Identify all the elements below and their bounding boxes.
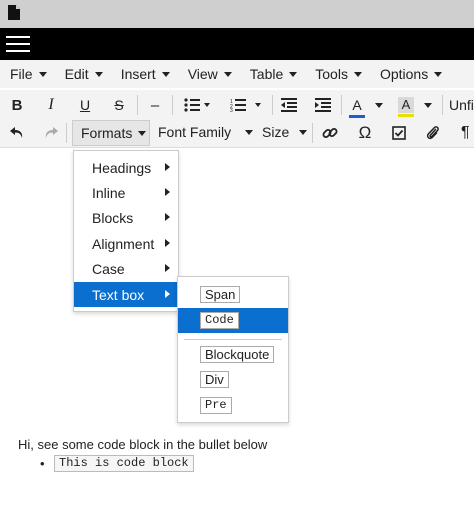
- show-blocks-button[interactable]: ¶: [461, 122, 474, 144]
- special-character-button[interactable]: Ω: [355, 122, 375, 144]
- toolbar-divider: [442, 95, 443, 115]
- bullet-list-icon: [184, 98, 210, 112]
- chevron-down-icon: [375, 102, 383, 108]
- app-header: [0, 28, 474, 60]
- toolbar-divider: [137, 95, 138, 115]
- toolbar-divider: [312, 123, 313, 143]
- chevron-right-icon: [165, 239, 170, 247]
- hamburger-menu-icon[interactable]: [6, 36, 30, 52]
- text-box-item-span[interactable]: Span: [178, 282, 288, 307]
- chevron-down-icon: [299, 129, 308, 135]
- chevron-right-icon: [165, 163, 170, 171]
- inline-code-block[interactable]: This is code block: [54, 455, 194, 472]
- link-icon: [322, 128, 338, 138]
- underline-button[interactable]: U: [76, 94, 94, 116]
- chevron-down-icon: [424, 102, 432, 108]
- editor-paragraph[interactable]: Hi, see some code block in the bullet be…: [18, 437, 267, 452]
- bullet-marker: •: [40, 456, 45, 471]
- formats-item-text-box[interactable]: Text box: [74, 282, 178, 307]
- horizontal-line-button[interactable]: –: [146, 94, 164, 116]
- formats-menu: Headings Inline Blocks Alignment Case Te…: [73, 150, 179, 312]
- unfill-button[interactable]: Unfil: [449, 94, 474, 116]
- formats-item-alignment[interactable]: Alignment: [74, 231, 178, 256]
- checkbox-icon: [392, 126, 406, 140]
- font-family-dropdown[interactable]: Font Family: [158, 124, 254, 140]
- italic-button[interactable]: I: [42, 94, 60, 116]
- attachment-button[interactable]: [423, 122, 443, 144]
- text-box-submenu: Span Code Blockquote Div Pre: [177, 276, 289, 423]
- menu-file[interactable]: File: [10, 66, 47, 82]
- link-button[interactable]: [320, 122, 340, 144]
- strikethrough-button[interactable]: S: [110, 94, 128, 116]
- chevron-down-icon: [138, 130, 147, 136]
- formats-dropdown[interactable]: Formats: [72, 120, 150, 146]
- svg-text:3: 3: [230, 108, 233, 112]
- text-box-item-code[interactable]: Code: [178, 308, 288, 333]
- formats-item-headings[interactable]: Headings: [74, 155, 178, 180]
- title-bar: [0, 0, 474, 28]
- undo-icon: [10, 127, 23, 138]
- menu-divider: [184, 339, 282, 340]
- highlight-icon: A: [398, 97, 414, 117]
- chevron-down-icon: [353, 71, 362, 77]
- file-icon: [8, 5, 20, 23]
- menu-table[interactable]: Table: [250, 66, 298, 82]
- formats-item-inline[interactable]: Inline: [74, 180, 178, 205]
- toolbar-row-2: Formats Font Family Size Ω ¶: [0, 118, 474, 148]
- chevron-down-icon: [245, 129, 254, 135]
- text-box-item-blockquote[interactable]: Blockquote: [178, 342, 288, 367]
- numbered-list-icon: 123: [230, 99, 261, 112]
- chevron-down-icon: [161, 71, 170, 77]
- chevron-right-icon: [165, 188, 170, 196]
- bold-button[interactable]: B: [8, 94, 26, 116]
- highlight-color-button[interactable]: A: [396, 94, 434, 117]
- menu-view[interactable]: View: [188, 66, 232, 82]
- toolbar-divider: [172, 95, 173, 115]
- menu-bar: File Edit Insert View Table Tools Option…: [0, 60, 474, 88]
- outdent-button[interactable]: [279, 94, 299, 116]
- chevron-down-icon: [223, 71, 232, 77]
- menu-edit[interactable]: Edit: [65, 66, 103, 82]
- chevron-down-icon: [289, 71, 298, 77]
- font-color-button[interactable]: A: [348, 94, 384, 118]
- text-box-item-pre[interactable]: Pre: [178, 393, 288, 418]
- indent-icon: [315, 98, 331, 112]
- omega-icon: Ω: [358, 123, 372, 142]
- paperclip-icon: [426, 126, 439, 140]
- font-color-icon: A: [349, 98, 365, 118]
- checklist-button[interactable]: [389, 122, 409, 144]
- menu-insert[interactable]: Insert: [121, 66, 170, 82]
- toolbar-divider: [341, 95, 342, 115]
- chevron-down-icon: [94, 71, 103, 77]
- redo-icon: [45, 127, 58, 138]
- chevron-right-icon: [165, 264, 170, 272]
- chevron-right-icon: [165, 213, 170, 221]
- toolbar-divider: [66, 123, 67, 143]
- text-box-item-div[interactable]: Div: [178, 367, 288, 392]
- toolbar-row-1: B I U S – 123 A A Unfil: [0, 90, 474, 120]
- numbered-list-button[interactable]: 123: [228, 94, 266, 116]
- menu-options[interactable]: Options: [380, 66, 443, 82]
- toolbar-divider: [272, 95, 273, 115]
- formats-item-blocks[interactable]: Blocks: [74, 205, 178, 230]
- redo-button[interactable]: [42, 122, 60, 144]
- menu-tools[interactable]: Tools: [315, 66, 362, 82]
- undo-button[interactable]: [8, 122, 26, 144]
- font-size-dropdown[interactable]: Size: [262, 124, 308, 140]
- indent-button[interactable]: [313, 94, 333, 116]
- chevron-down-icon: [38, 71, 47, 77]
- chevron-down-icon: [434, 71, 443, 77]
- outdent-icon: [281, 98, 297, 112]
- formats-item-case[interactable]: Case: [74, 256, 178, 281]
- chevron-right-icon: [165, 290, 170, 298]
- pilcrow-icon: ¶: [461, 124, 470, 141]
- bullet-list-button[interactable]: [180, 94, 216, 116]
